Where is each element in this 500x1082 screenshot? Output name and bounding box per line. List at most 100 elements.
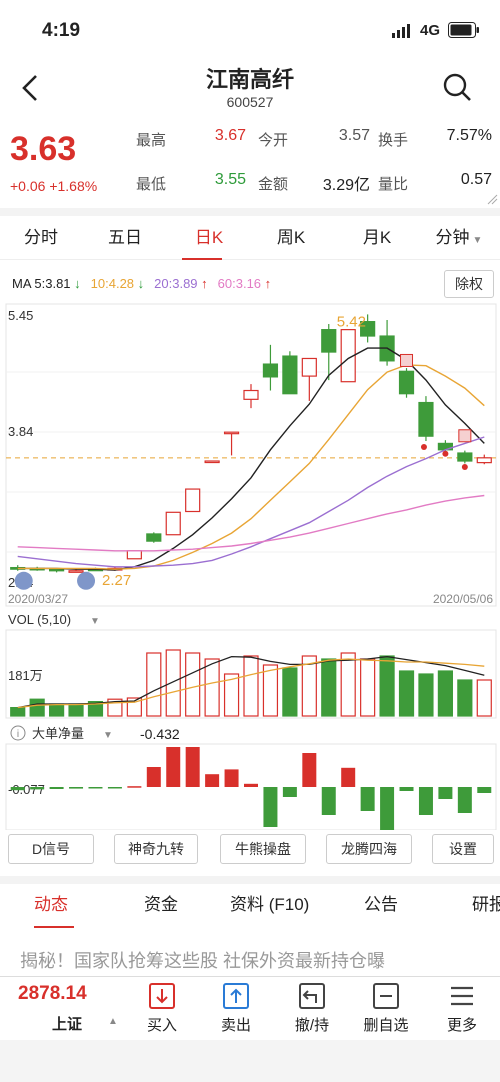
volume-bar [165,649,181,717]
ma-item: 20:3.89 ↑ [154,276,208,291]
volume-bar [68,703,84,717]
stat-label: 量比 [378,176,409,193]
big-order-bar [127,786,142,788]
ma-item: 60:3.16 ↑ [217,276,272,291]
event-dot [442,450,449,457]
signal-marker-icon[interactable] [14,571,33,590]
candle [321,329,337,353]
active-tab-indicator [182,258,222,260]
indicator-button-3[interactable]: 龙腾四海 [326,834,412,864]
high-label: 5.42 [337,313,366,330]
sell-icon [222,982,250,1010]
event-dot [420,443,427,450]
volume-bar [418,673,434,717]
volume-bar [146,652,162,717]
big-order-bar [438,787,453,799]
volume-bar [262,664,279,717]
toolbar-button-4[interactable]: 更多 [434,982,490,1035]
news-tab-2[interactable]: 资料 (F10) [230,886,309,926]
tab-2[interactable]: 日K [174,218,244,260]
stat-value: 3.57 [338,127,370,144]
ma-item: 10:4.28 ↓ [90,276,145,291]
ma-line-MA60 [17,494,485,552]
chart-area[interactable]: 5.453.845.422.272.242020/03/272020/05/06… [0,300,500,830]
y-max-label: 5.45 [8,308,33,323]
news-tab-4[interactable]: 研报 [472,886,500,926]
big-order-bar [360,787,375,811]
status-time: 4:19 [42,20,81,41]
news-headline[interactable]: 揭秘！国家队抢筹这些股 社保外资最新持仓曝 [20,947,500,973]
tab-3[interactable]: 周K [256,218,326,260]
toolbar-button-0[interactable]: 买入 [134,982,190,1035]
active-news-tab-indicator [34,926,74,928]
big-order-bar [69,787,84,789]
big-order-bar [321,787,336,815]
stat-label: 换手 [378,132,409,149]
indicator-button-1[interactable]: 神奇九转 [114,834,198,864]
volume-bar [49,703,65,717]
buy-marker-icon[interactable] [400,353,414,367]
toolbar-label: 删自选 [363,1017,409,1034]
buy-marker-icon[interactable] [458,429,472,443]
volume-bar [437,670,453,717]
big-order-dropdown-icon[interactable]: ▼ [103,730,113,741]
period-tabs: 分时 五日 日K 周K 月K 分钟 ▼ [0,218,500,260]
status-bar: 4:19 4G [0,0,500,60]
volume-bar [185,652,201,717]
candle [204,460,220,464]
toolbar-button-1[interactable]: 卖出 [208,982,264,1035]
index-value[interactable]: 2878.14 [18,983,87,1005]
news-tab-0[interactable]: 动态 [34,886,68,926]
toolbar-button-3[interactable]: 删自选 [358,982,414,1035]
big-order-bar [244,783,258,787]
indicator-button-0[interactable]: D信号 [8,834,94,864]
stat-value: 0.57 [460,171,492,188]
indicator-button-4[interactable]: 设置 [432,834,494,864]
tab-1[interactable]: 五日 [90,218,160,260]
vol-title: VOL (5,10) [8,612,71,627]
dropdown-icon: ▼ [472,235,483,246]
ma-legend: MA 5:3.81 ↓ 10:4.28 ↓ 20:3.89 ↑ 60:3.16 ↑ [12,276,281,291]
big-order-title: 大单净量 [32,726,84,741]
candle [282,355,298,395]
big-order-bar [477,787,492,793]
candle [126,550,142,560]
info-icon-glyph: i [17,729,19,740]
index-name[interactable]: 上证 [52,1013,82,1034]
indicator-button-2[interactable]: 牛熊操盘 [220,834,306,864]
tab-4[interactable]: 月K [342,218,412,260]
stat-value: 3.67 [214,127,246,144]
candle [476,457,492,464]
volume-bar [476,679,492,717]
adjust-button[interactable]: 除权 [444,270,494,298]
vol-dropdown-icon[interactable]: ▼ [90,616,100,627]
toolbar-button-2[interactable]: 撤/持 [284,982,340,1035]
big-order-bar [185,747,200,787]
tab-5[interactable]: 分钟 ▼ [424,218,494,260]
y-ref-label: 3.84 [8,424,33,439]
stock-title: 江南高纤 [205,67,294,92]
candle [185,488,201,513]
tab-0[interactable]: 分时 [6,218,76,260]
ma-arrow: ↑ [201,276,208,291]
more-icon [448,982,476,1010]
search-icon[interactable] [440,70,476,106]
big-order-bar [49,787,64,789]
volume-bar [29,698,45,717]
big-order-bar [341,767,356,787]
index-toggle-icon[interactable]: ▲ [108,1016,118,1027]
toolbar-label: 更多 [446,1017,477,1034]
big-order-bar [263,787,278,827]
corner-marker-icon [487,194,498,205]
toolbar-label: 卖出 [220,1017,251,1034]
big-order-bar [146,767,161,787]
news-tab-3[interactable]: 公告 [364,886,398,926]
divider [0,876,500,884]
candle [262,363,279,378]
ma-arrow: ↓ [74,276,81,291]
news-tab-1[interactable]: 资金 [144,886,178,926]
ma-item: MA 5:3.81 ↓ [12,276,81,291]
stat-label: 金额 [258,176,289,193]
signal-marker-icon[interactable] [77,571,96,590]
big-order-bar [282,787,297,797]
